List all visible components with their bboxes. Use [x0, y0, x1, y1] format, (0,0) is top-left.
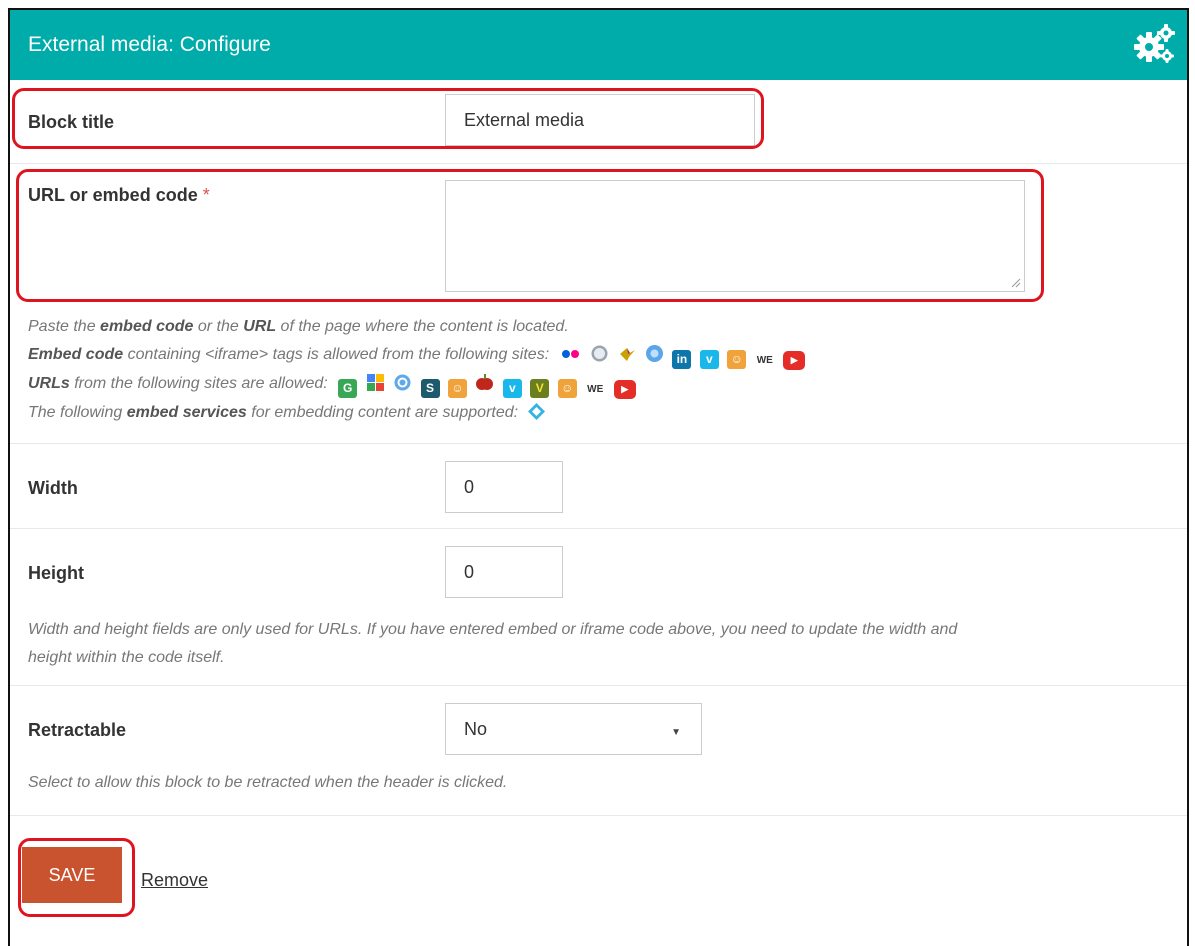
embedly-icon — [527, 402, 546, 421]
url-help-line4: The following embed services for embeddi… — [28, 399, 1148, 427]
we-video-icon: WE — [587, 384, 604, 395]
highlight-save — [18, 838, 135, 917]
height-label: Height — [28, 563, 84, 583]
panel-header: External media: Configure — [10, 10, 1187, 80]
highlight-block-title — [12, 88, 764, 149]
globe-icon — [590, 344, 609, 363]
slideshare-icon: S — [420, 379, 440, 398]
retractable-value: No — [464, 718, 488, 739]
people-icon: ☺ — [557, 379, 577, 398]
we-video-icon: WE — [756, 355, 773, 366]
apple-icon — [475, 373, 494, 392]
linkedin-icon: in — [672, 350, 692, 369]
bird-icon — [618, 344, 637, 363]
remove-link[interactable]: Remove — [141, 870, 208, 891]
retractable-row: Retractable No ▼ Select to allow this bl… — [10, 685, 1187, 816]
flickr-icon — [560, 344, 582, 363]
width-value: 0 — [464, 476, 475, 497]
highlight-url — [16, 169, 1044, 302]
url-help-line1: Paste the embed code or the URL of the p… — [28, 318, 569, 335]
retractable-label: Retractable — [28, 720, 127, 740]
url-sites-icons: G S ☺ v V ☺ WE ▶ — [338, 373, 640, 399]
url-help-line3: URLs from the following sites are allowe… — [28, 370, 1148, 399]
target-icon — [393, 373, 412, 392]
voicethread-icon: V — [530, 379, 550, 398]
height-input[interactable]: 0 — [445, 546, 563, 598]
width-input[interactable]: 0 — [445, 461, 563, 513]
height-row: Height 0 Width and height fields are onl… — [10, 528, 1187, 686]
people-icon: ☺ — [447, 379, 467, 398]
google-icon: G — [338, 379, 358, 398]
gears-icon[interactable] — [1133, 23, 1177, 67]
sphere-icon — [645, 344, 664, 363]
height-help: Width and height fields are only used fo… — [28, 621, 958, 666]
width-row: Width 0 — [10, 443, 1187, 529]
url-help: Paste the embed code or the URL of the p… — [28, 313, 1148, 427]
height-value: 0 — [464, 561, 475, 582]
vimeo-icon: v — [502, 379, 522, 398]
chevron-down-icon[interactable]: ▼ — [671, 727, 681, 738]
retractable-select[interactable]: No ▼ — [445, 703, 702, 755]
people-icon: ☺ — [727, 350, 747, 369]
panel-title: External media: Configure — [28, 33, 271, 56]
youtube-icon: ▶ — [783, 351, 806, 370]
youtube-icon: ▶ — [613, 380, 636, 399]
google-maps-icon — [366, 373, 385, 392]
width-label: Width — [28, 478, 78, 498]
url-help-line2: Embed code containing <iframe> tags is a… — [28, 341, 1148, 370]
retractable-help: Select to allow this block to be retract… — [28, 774, 508, 791]
vimeo-icon: v — [699, 350, 719, 369]
embed-sites-icons: in v ☺ WE ▶ — [560, 344, 810, 370]
